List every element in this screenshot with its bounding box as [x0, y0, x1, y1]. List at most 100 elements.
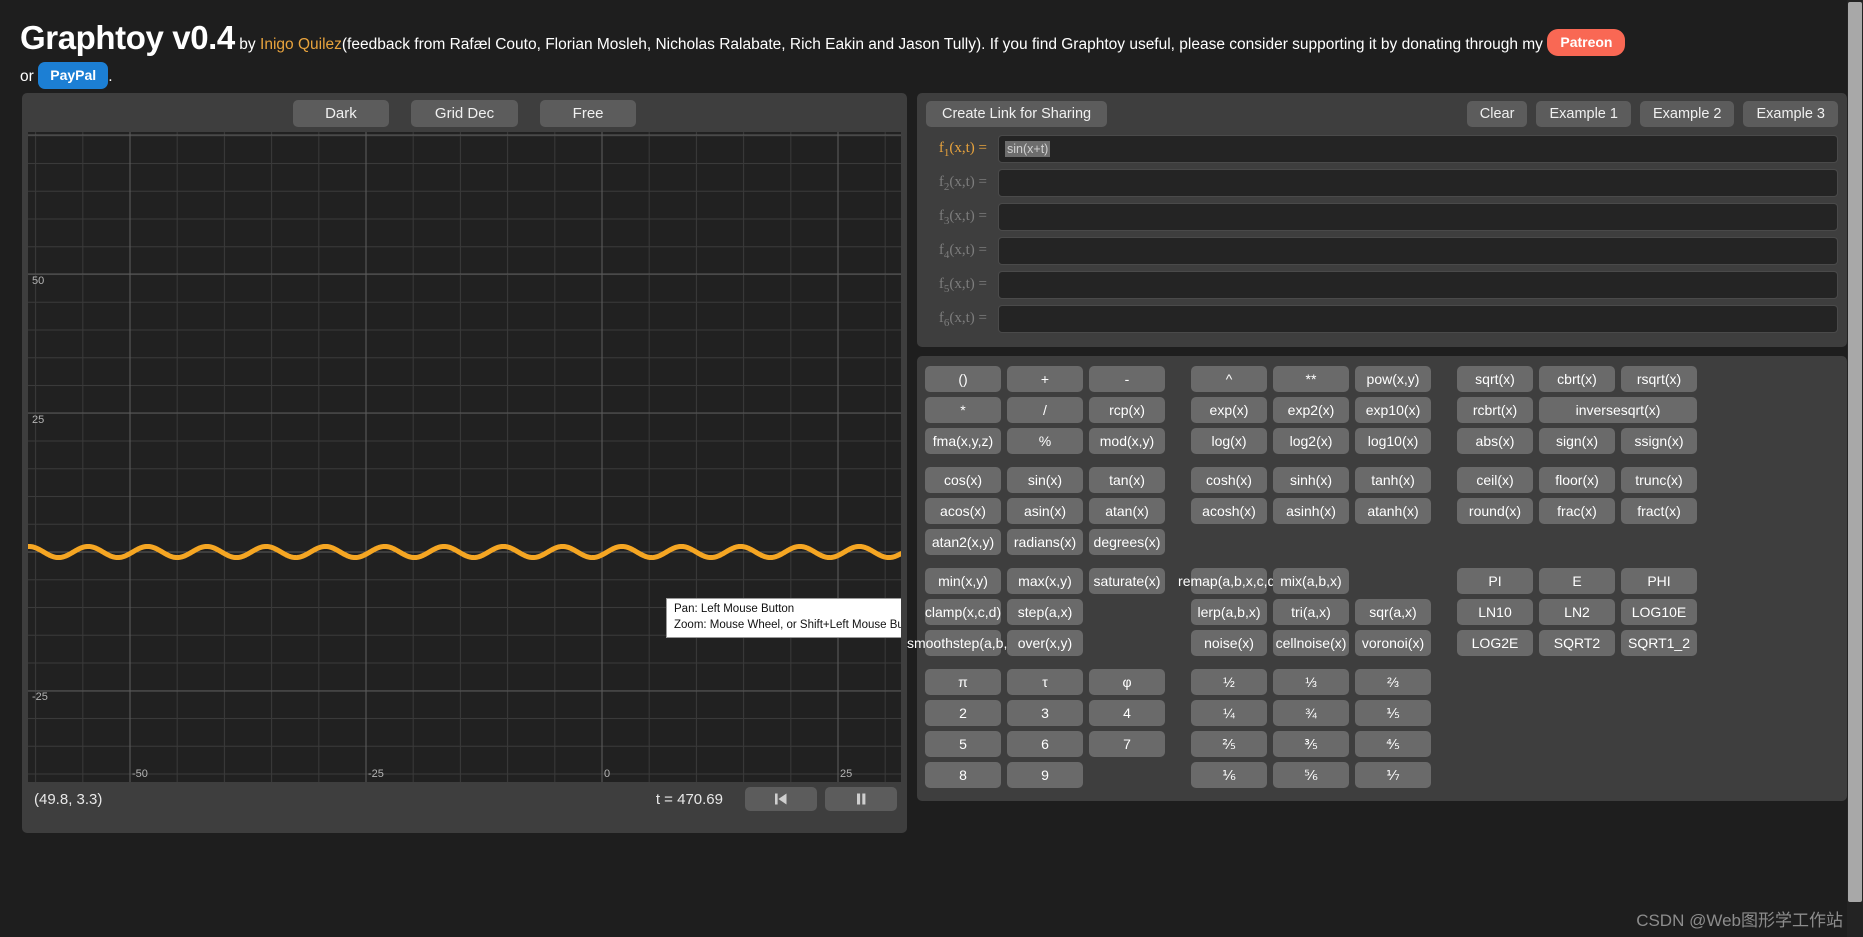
- func-button-inversesqrt-x[interactable]: inversesqrt(x): [1539, 397, 1697, 423]
- func-button-saturate-x[interactable]: saturate(x): [1089, 568, 1165, 594]
- func-button-phi[interactable]: PHI: [1621, 568, 1697, 594]
- page-scrollbar-thumb[interactable]: [1848, 2, 1862, 902]
- func-button-fma-x-y-z[interactable]: fma(x,y,z): [925, 428, 1001, 454]
- func-button-9[interactable]: 9: [1007, 762, 1083, 788]
- func-button-[interactable]: ⅘: [1355, 731, 1431, 757]
- func-button-lerp-a-b-x[interactable]: lerp(a,b,x): [1191, 599, 1267, 625]
- func-button-clamp-x-c-d[interactable]: clamp(x,c,d): [925, 599, 1001, 625]
- func-button-tanh-x[interactable]: tanh(x): [1355, 467, 1431, 493]
- func-button-ln2[interactable]: LN2: [1539, 599, 1615, 625]
- func-button-atan-x[interactable]: atan(x): [1089, 498, 1165, 524]
- func-button-4[interactable]: 4: [1089, 700, 1165, 726]
- func-button-frac-x[interactable]: frac(x): [1539, 498, 1615, 524]
- func-button-exp10-x[interactable]: exp10(x): [1355, 397, 1431, 423]
- func-button-sign-x[interactable]: sign(x): [1539, 428, 1615, 454]
- patreon-button[interactable]: Patreon: [1547, 29, 1626, 57]
- graph-canvas[interactable]: 50 25 -25 -50 -25 0 25 Pan: Left Mouse Button…: [28, 132, 901, 782]
- func-button-log2-x[interactable]: log2(x): [1273, 428, 1349, 454]
- func-button-[interactable]: ¼: [1191, 700, 1267, 726]
- func-button-[interactable]: ¾: [1273, 700, 1349, 726]
- func-button-floor-x[interactable]: floor(x): [1539, 467, 1615, 493]
- func-button-cbrt-x[interactable]: cbrt(x): [1539, 366, 1615, 392]
- pause-button[interactable]: [825, 787, 897, 811]
- func-button-cos-x[interactable]: cos(x): [925, 467, 1001, 493]
- func-button-[interactable]: ⅙: [1191, 762, 1267, 788]
- func-button-log10-x[interactable]: log10(x): [1355, 428, 1431, 454]
- func-button-sqrt2[interactable]: SQRT2: [1539, 630, 1615, 656]
- func-button-noise-x[interactable]: noise(x): [1191, 630, 1267, 656]
- create-link-button[interactable]: Create Link for Sharing: [926, 101, 1108, 127]
- grid-dec-button[interactable]: Grid Dec: [410, 99, 519, 127]
- paypal-button[interactable]: PayPal: [38, 61, 109, 90]
- func-button-sin-x[interactable]: sin(x): [1007, 467, 1083, 493]
- func-button-[interactable]: +: [1007, 366, 1083, 392]
- func-button-exp-x[interactable]: exp(x): [1191, 397, 1267, 423]
- func-button-[interactable]: *: [925, 397, 1001, 423]
- func-button-[interactable]: ⅕: [1355, 700, 1431, 726]
- free-mode-button[interactable]: Free: [540, 99, 637, 127]
- func-button-cosh-x[interactable]: cosh(x): [1191, 467, 1267, 493]
- func-button-[interactable]: π: [925, 669, 1001, 695]
- func-button-voronoi-x[interactable]: voronoi(x): [1355, 630, 1431, 656]
- func-button-acos-x[interactable]: acos(x): [925, 498, 1001, 524]
- func-button-trunc-x[interactable]: trunc(x): [1621, 467, 1697, 493]
- func-button-exp2-x[interactable]: exp2(x): [1273, 397, 1349, 423]
- func-button-ln10[interactable]: LN10: [1457, 599, 1533, 625]
- func-button-6[interactable]: 6: [1007, 731, 1083, 757]
- func-button-abs-x[interactable]: abs(x): [1457, 428, 1533, 454]
- example-1-button[interactable]: Example 1: [1536, 101, 1631, 127]
- func-button-log2e[interactable]: LOG2E: [1457, 630, 1533, 656]
- func-button-round-x[interactable]: round(x): [1457, 498, 1533, 524]
- func-button-rsqrt-x[interactable]: rsqrt(x): [1621, 366, 1697, 392]
- func-button-degrees-x[interactable]: degrees(x): [1089, 529, 1165, 555]
- func-button-[interactable]: ⅓: [1273, 669, 1349, 695]
- func-button-ssign-x[interactable]: ssign(x): [1621, 428, 1697, 454]
- example-3-button[interactable]: Example 3: [1743, 101, 1838, 127]
- func-button-[interactable]: φ: [1089, 669, 1165, 695]
- author-link[interactable]: Inigo Quilez: [260, 36, 342, 53]
- formula-input-1[interactable]: sin(x+t): [998, 135, 1838, 163]
- func-button-tri-a-x[interactable]: tri(a,x): [1273, 599, 1349, 625]
- func-button-log-x[interactable]: log(x): [1191, 428, 1267, 454]
- func-button-smoothstep-a-b-x[interactable]: smoothstep(a,b,x): [907, 630, 1019, 656]
- func-button-sqrt1-2[interactable]: SQRT1_2: [1621, 630, 1697, 656]
- theme-dark-button[interactable]: Dark: [292, 99, 389, 127]
- func-button-max-x-y[interactable]: max(x,y): [1007, 568, 1083, 594]
- formula-input-6[interactable]: [998, 305, 1838, 333]
- func-button-pow-x-y[interactable]: pow(x,y): [1355, 366, 1431, 392]
- clear-button[interactable]: Clear: [1466, 101, 1528, 127]
- formula-input-4[interactable]: [998, 237, 1838, 265]
- func-button-[interactable]: ½: [1191, 669, 1267, 695]
- func-button-e[interactable]: E: [1539, 568, 1615, 594]
- func-button-[interactable]: (): [925, 366, 1001, 392]
- func-button-acosh-x[interactable]: acosh(x): [1191, 498, 1267, 524]
- func-button-step-a-x[interactable]: step(a,x): [1007, 599, 1083, 625]
- func-button-[interactable]: ⅚: [1273, 762, 1349, 788]
- func-button-fract-x[interactable]: fract(x): [1621, 498, 1697, 524]
- func-button-asinh-x[interactable]: asinh(x): [1273, 498, 1349, 524]
- func-button-rcbrt-x[interactable]: rcbrt(x): [1457, 397, 1533, 423]
- func-button-5[interactable]: 5: [925, 731, 1001, 757]
- func-button-[interactable]: ⅔: [1355, 669, 1431, 695]
- func-button-3[interactable]: 3: [1007, 700, 1083, 726]
- func-button-[interactable]: ⅗: [1273, 731, 1349, 757]
- func-button-[interactable]: ⅐: [1355, 762, 1431, 788]
- func-button-mod-x-y[interactable]: mod(x,y): [1089, 428, 1165, 454]
- formula-input-5[interactable]: [998, 271, 1838, 299]
- func-button-asin-x[interactable]: asin(x): [1007, 498, 1083, 524]
- func-button-[interactable]: /: [1007, 397, 1083, 423]
- func-button-rcp-x[interactable]: rcp(x): [1089, 397, 1165, 423]
- formula-input-2[interactable]: [998, 169, 1838, 197]
- func-button-8[interactable]: 8: [925, 762, 1001, 788]
- func-button-over-x-y[interactable]: over(x,y): [1007, 630, 1083, 656]
- rewind-button[interactable]: [745, 787, 817, 811]
- func-button-mix-a-b-x[interactable]: mix(a,b,x): [1273, 568, 1349, 594]
- func-button-[interactable]: %: [1007, 428, 1083, 454]
- func-button-[interactable]: -: [1089, 366, 1165, 392]
- func-button-atanh-x[interactable]: atanh(x): [1355, 498, 1431, 524]
- func-button-tan-x[interactable]: tan(x): [1089, 467, 1165, 493]
- func-button-ceil-x[interactable]: ceil(x): [1457, 467, 1533, 493]
- func-button-sinh-x[interactable]: sinh(x): [1273, 467, 1349, 493]
- func-button-[interactable]: **: [1273, 366, 1349, 392]
- func-button-radians-x[interactable]: radians(x): [1007, 529, 1083, 555]
